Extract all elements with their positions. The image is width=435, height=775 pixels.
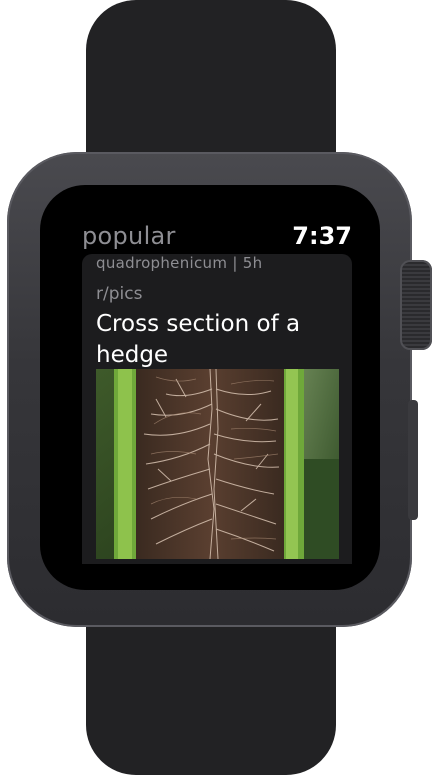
post-card[interactable]: quadrophenicum | 5h r/pics Cross section… (82, 254, 352, 564)
page-title: popular (82, 222, 176, 250)
post-meta: quadrophenicum | 5h (96, 254, 263, 272)
post-subreddit[interactable]: r/pics (96, 284, 142, 304)
side-button[interactable] (408, 400, 418, 520)
watch-screen: popular 7:37 quadrophenicum | 5h r/pics … (80, 214, 352, 564)
post-title: Cross section of a hedge (96, 311, 301, 368)
post-image[interactable] (96, 369, 339, 559)
hedge-photo (96, 369, 339, 559)
clock-time: 7:37 (292, 222, 352, 250)
digital-crown-icon[interactable] (400, 260, 432, 350)
